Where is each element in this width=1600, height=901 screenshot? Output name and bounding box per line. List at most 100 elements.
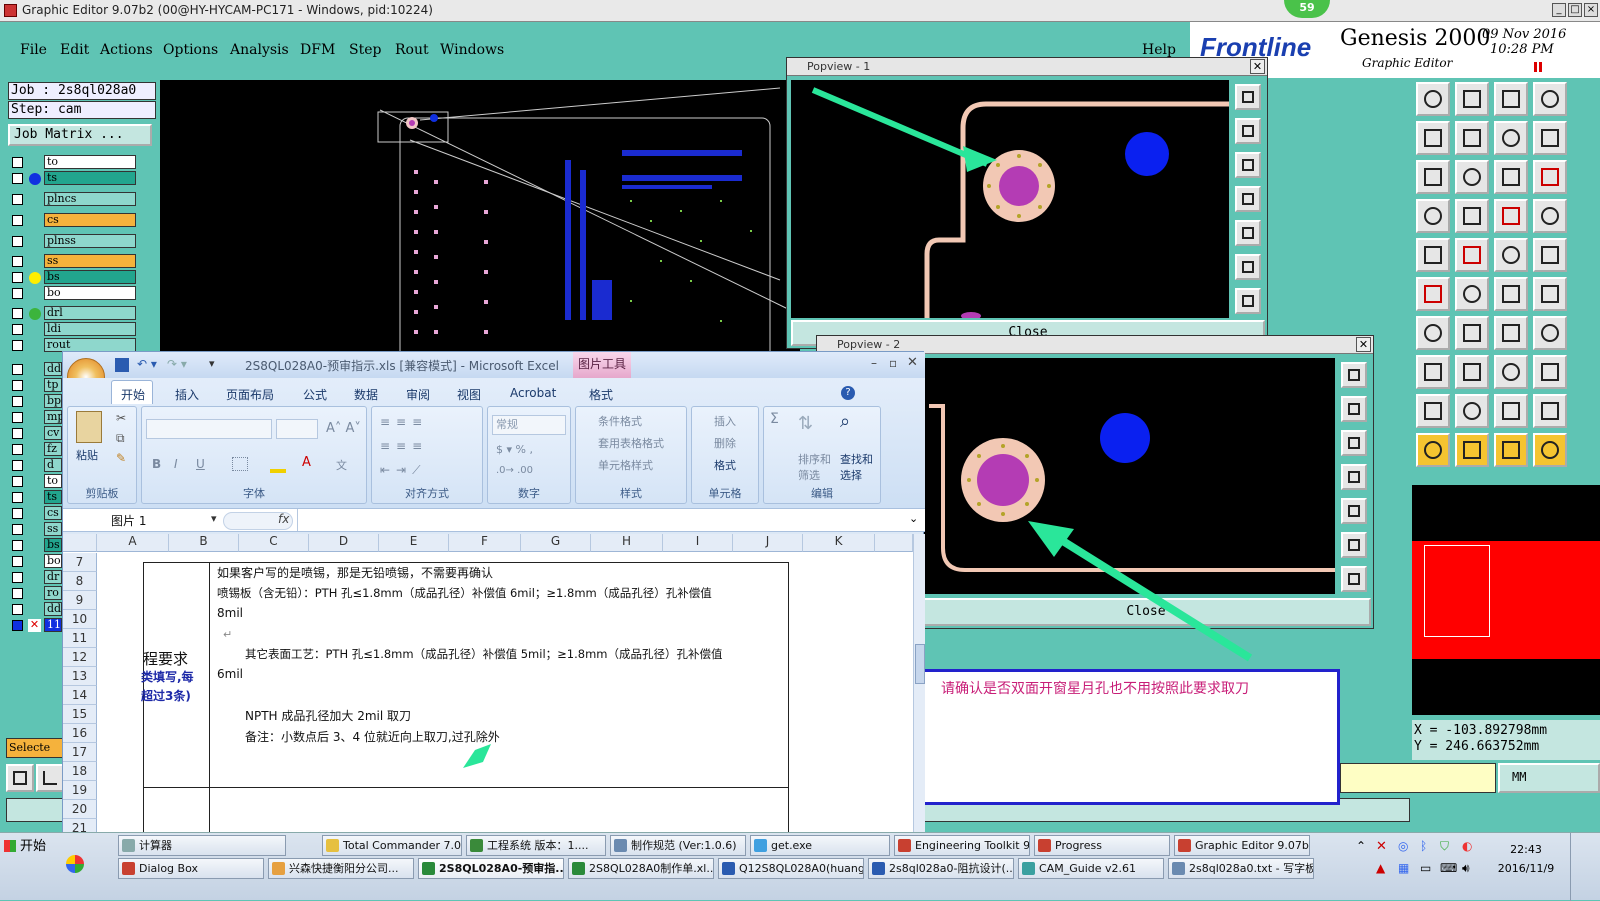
currency-percent-icons[interactable]: $ ▾ % , [496,443,533,456]
task-spec[interactable]: 制作规范 (Ver:1.0.6) [610,835,746,856]
palette-tool-button[interactable] [1455,394,1489,428]
popview-tool-button[interactable] [1341,430,1367,456]
menu-windows[interactable]: Windows [440,42,504,58]
job-matrix-button[interactable]: Job Matrix ... [8,124,152,146]
palette-tool-button[interactable] [1494,277,1528,311]
layer-checkbox[interactable] [12,508,23,519]
popview-tool-button[interactable] [1235,118,1261,144]
layer-name[interactable]: dd [44,362,62,376]
layer-name[interactable]: to [44,474,62,488]
column-header[interactable]: G [521,534,591,552]
layer-checkbox[interactable] [12,364,23,375]
format-as-table-button[interactable]: 套用表格格式 [598,435,664,451]
palette-tool-button[interactable] [1494,316,1528,350]
layer-name[interactable]: rout [44,338,136,352]
delete-button[interactable]: 删除 [714,435,736,451]
palette-tool-button[interactable] [1416,394,1450,428]
insert-button[interactable]: 插入 [714,413,736,429]
task-impedance[interactable]: 2s8ql028a0-阻抗设计(... [868,858,1014,879]
task-dialog-box[interactable]: Dialog Box [118,858,264,879]
popview-1-canvas[interactable] [791,80,1229,318]
layer-checkbox[interactable] [12,340,23,351]
undo-icon[interactable]: ↶ ▾ [137,357,157,371]
number-format-select[interactable]: 常规 [492,415,566,435]
format-painter-icon[interactable]: ✎ [116,451,126,465]
palette-tool-button[interactable] [1455,355,1489,389]
palette-tool-button[interactable] [1533,316,1567,350]
column-header[interactable]: J [733,534,803,552]
row-header[interactable]: 13 [63,667,97,686]
row-header[interactable]: 9 [63,591,97,610]
palette-tool-button[interactable] [1455,277,1489,311]
layer-checkbox[interactable] [12,396,23,407]
quick-access-menu-icon[interactable]: ▾ [209,357,215,370]
vertical-align-icons[interactable]: ≡≡≡ [380,415,428,429]
palette-tool-button[interactable] [1416,433,1450,467]
maximize-button[interactable]: □ [1568,3,1582,17]
palette-tool-button[interactable] [1533,277,1567,311]
column-header[interactable]: K [803,534,875,552]
layer-checkbox[interactable] [12,157,23,168]
layer-row[interactable]: to [10,155,140,170]
layer-checkbox[interactable] [12,492,23,503]
layer-checkbox[interactable] [12,380,23,391]
layer-checkbox[interactable] [12,444,23,455]
task-engineering-system[interactable]: 工程系统 版本：1.... [466,835,606,856]
palette-tool-button[interactable] [1533,238,1567,272]
palette-tool-button[interactable] [1455,316,1489,350]
tab-acrobat[interactable]: Acrobat [510,386,556,400]
palette-tool-button[interactable] [1455,433,1489,467]
minimize-button[interactable]: _ [1552,3,1566,17]
tray-icon[interactable]: ✕ [1376,839,1387,854]
popview-tool-button[interactable] [1235,288,1261,314]
underline-icon[interactable]: U [196,457,205,471]
network-icon[interactable]: ▭ [1420,861,1431,875]
sort-icon[interactable]: ⇅ [798,413,813,434]
task-engineering-toolkit[interactable]: Engineering Toolkit 9.... [894,835,1030,856]
palette-tool-button[interactable] [1494,394,1528,428]
tab-data[interactable]: 数据 [354,386,378,403]
row-header[interactable]: 10 [63,610,97,629]
column-header[interactable]: H [591,534,663,552]
menu-actions[interactable]: Actions [100,42,153,58]
menu-rout[interactable]: Rout [395,42,429,58]
palette-tool-button[interactable] [1455,160,1489,194]
layer-checkbox[interactable] [12,412,23,423]
tray-icon[interactable]: ◐ [1462,839,1472,853]
task-word-doc[interactable]: Q12S8QL028A0(huang... [718,858,864,879]
autosum-icon[interactable]: Σ [770,411,779,427]
row-header[interactable]: 15 [63,705,97,724]
layer-checkbox[interactable] [12,524,23,535]
paste-button[interactable]: 粘贴 [76,447,98,463]
palette-tool-button[interactable] [1455,82,1489,116]
layer-name[interactable]: dr [44,570,62,584]
scroll-thumb[interactable] [915,644,925,684]
layer-name[interactable]: to [44,155,136,169]
layer-name[interactable]: bo [44,286,136,300]
task-total-commander[interactable]: Total Commander 7.0... [322,835,462,856]
layer-name[interactable]: ss [44,522,62,536]
layer-name[interactable]: fz [44,442,62,456]
layer-checkbox[interactable] [12,476,23,487]
layer-checkbox[interactable] [12,173,23,184]
delete-icon[interactable]: ✕ [28,619,41,632]
popview-2-close-icon[interactable]: ✕ [1356,337,1371,352]
popview-tool-button[interactable] [1341,532,1367,558]
row-header[interactable]: 17 [63,743,97,762]
layer-checkbox[interactable] [12,428,23,439]
column-header[interactable]: I [663,534,733,552]
tray-icon[interactable]: ▦ [1398,861,1409,875]
row-header[interactable]: 8 [63,572,97,591]
layer-name[interactable]: cs [44,506,62,520]
popview-tool-button[interactable] [1235,186,1261,212]
indent-icons[interactable]: ⇤⇥⟋ [380,463,427,478]
pause-icon[interactable] [1534,62,1542,72]
border-icon[interactable] [232,457,248,471]
palette-tool-button[interactable] [1533,355,1567,389]
layer-checkbox[interactable] [12,588,23,599]
excel-restore-button[interactable]: ▫ [889,356,897,370]
tray-icon[interactable]: ◎ [1398,839,1408,853]
palette-tool-button[interactable] [1494,355,1528,389]
layer-name[interactable]: ts [44,171,136,185]
row-header[interactable]: 11 [63,629,97,648]
